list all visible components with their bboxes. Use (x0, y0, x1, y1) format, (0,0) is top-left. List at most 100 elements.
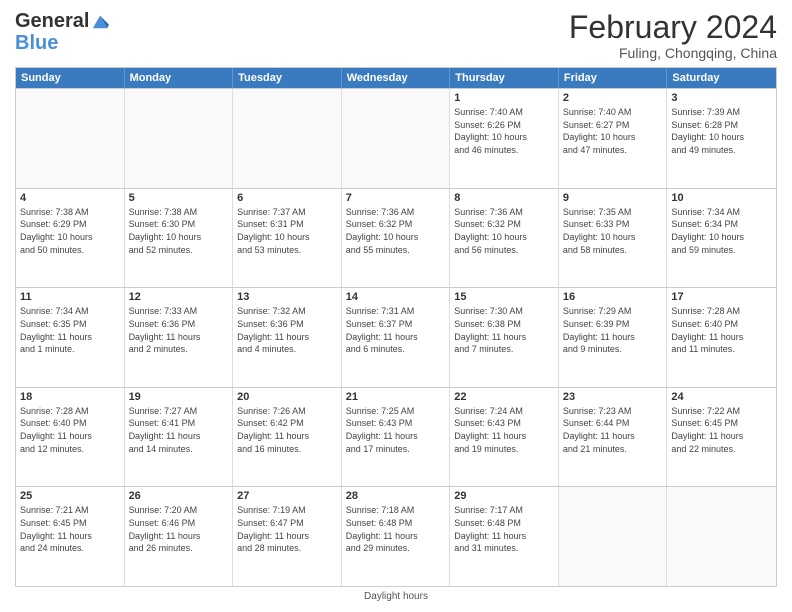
day-number: 7 (346, 192, 446, 204)
day-number: 17 (671, 291, 772, 303)
calendar-week-row: 18 Sunrise: 7:28 AM Sunset: 6:40 PM Dayli… (16, 387, 776, 487)
calendar-cell (559, 487, 668, 586)
calendar-cell: 27 Sunrise: 7:19 AM Sunset: 6:47 PM Dayli… (233, 487, 342, 586)
calendar-header-cell: Tuesday (233, 68, 342, 88)
day-number: 8 (454, 192, 554, 204)
calendar-cell (342, 89, 451, 188)
day-info: Sunrise: 7:24 AM Sunset: 6:43 PM Dayligh… (454, 405, 554, 455)
day-number: 1 (454, 92, 554, 104)
calendar-header-cell: Monday (125, 68, 234, 88)
day-info: Sunrise: 7:38 AM Sunset: 6:29 PM Dayligh… (20, 206, 120, 256)
day-number: 25 (20, 490, 120, 502)
calendar-header-cell: Wednesday (342, 68, 451, 88)
day-info: Sunrise: 7:21 AM Sunset: 6:45 PM Dayligh… (20, 504, 120, 554)
calendar-cell: 7Sunrise: 7:36 AM Sunset: 6:32 PM Daylig… (342, 189, 451, 288)
calendar-cell: 2 Sunrise: 7:40 AM Sunset: 6:27 PM Daylig… (559, 89, 668, 188)
day-info: Sunrise: 7:22 AM Sunset: 6:45 PM Dayligh… (671, 405, 772, 455)
footer-note: Daylight hours (15, 587, 777, 602)
day-number: 14 (346, 291, 446, 303)
day-number: 2 (563, 92, 663, 104)
calendar-cell: 3 Sunrise: 7:39 AM Sunset: 6:28 PM Daylig… (667, 89, 776, 188)
calendar-body: 1 Sunrise: 7:40 AM Sunset: 6:26 PM Daylig… (16, 88, 776, 586)
calendar-cell: 10 Sunrise: 7:34 AM Sunset: 6:34 PM Dayli… (667, 189, 776, 288)
logo-text-blue: Blue (15, 32, 58, 54)
calendar-cell (125, 89, 234, 188)
calendar-cell: 19Sunrise: 7:27 AM Sunset: 6:41 PM Dayli… (125, 388, 234, 487)
calendar-cell: 11Sunrise: 7:34 AM Sunset: 6:35 PM Dayli… (16, 288, 125, 387)
day-info: Sunrise: 7:34 AM Sunset: 6:34 PM Dayligh… (671, 206, 772, 256)
day-number: 6 (237, 192, 337, 204)
calendar-cell: 4 Sunrise: 7:38 AM Sunset: 6:29 PM Daylig… (16, 189, 125, 288)
calendar-cell: 5 Sunrise: 7:38 AM Sunset: 6:30 PM Daylig… (125, 189, 234, 288)
calendar-cell: 25 Sunrise: 7:21 AM Sunset: 6:45 PM Dayli… (16, 487, 125, 586)
day-number: 18 (20, 391, 120, 403)
day-number: 27 (237, 490, 337, 502)
day-info: Sunrise: 7:32 AM Sunset: 6:36 PM Dayligh… (237, 305, 337, 355)
day-number: 23 (563, 391, 663, 403)
calendar-header-cell: Saturday (667, 68, 776, 88)
day-info: Sunrise: 7:33 AM Sunset: 6:36 PM Dayligh… (129, 305, 229, 355)
calendar-cell: 17Sunrise: 7:28 AM Sunset: 6:40 PM Dayli… (667, 288, 776, 387)
calendar-week-row: 25 Sunrise: 7:21 AM Sunset: 6:45 PM Dayli… (16, 486, 776, 586)
day-number: 21 (346, 391, 446, 403)
day-info: Sunrise: 7:35 AM Sunset: 6:33 PM Dayligh… (563, 206, 663, 256)
calendar-cell: 8 Sunrise: 7:36 AM Sunset: 6:32 PM Daylig… (450, 189, 559, 288)
calendar-cell: 6Sunrise: 7:37 AM Sunset: 6:31 PM Daylig… (233, 189, 342, 288)
day-number: 10 (671, 192, 772, 204)
footer-text: Daylight hours (364, 591, 428, 602)
calendar-cell: 18 Sunrise: 7:28 AM Sunset: 6:40 PM Dayli… (16, 388, 125, 487)
calendar-cell: 28 Sunrise: 7:18 AM Sunset: 6:48 PM Dayli… (342, 487, 451, 586)
calendar-cell: 24Sunrise: 7:22 AM Sunset: 6:45 PM Dayli… (667, 388, 776, 487)
day-info: Sunrise: 7:29 AM Sunset: 6:39 PM Dayligh… (563, 305, 663, 355)
calendar-cell (233, 89, 342, 188)
calendar-week-row: 4 Sunrise: 7:38 AM Sunset: 6:29 PM Daylig… (16, 188, 776, 288)
calendar-week-row: 11Sunrise: 7:34 AM Sunset: 6:35 PM Dayli… (16, 287, 776, 387)
calendar-week-row: 1 Sunrise: 7:40 AM Sunset: 6:26 PM Daylig… (16, 88, 776, 188)
day-info: Sunrise: 7:34 AM Sunset: 6:35 PM Dayligh… (20, 305, 120, 355)
logo: General Blue (15, 10, 109, 54)
day-number: 12 (129, 291, 229, 303)
day-info: Sunrise: 7:23 AM Sunset: 6:44 PM Dayligh… (563, 405, 663, 455)
day-info: Sunrise: 7:18 AM Sunset: 6:48 PM Dayligh… (346, 504, 446, 554)
day-info: Sunrise: 7:19 AM Sunset: 6:47 PM Dayligh… (237, 504, 337, 554)
calendar-cell: 23 Sunrise: 7:23 AM Sunset: 6:44 PM Dayli… (559, 388, 668, 487)
day-info: Sunrise: 7:39 AM Sunset: 6:28 PM Dayligh… (671, 106, 772, 156)
day-info: Sunrise: 7:36 AM Sunset: 6:32 PM Dayligh… (454, 206, 554, 256)
day-number: 26 (129, 490, 229, 502)
day-number: 29 (454, 490, 554, 502)
calendar-cell: 1 Sunrise: 7:40 AM Sunset: 6:26 PM Daylig… (450, 89, 559, 188)
day-number: 28 (346, 490, 446, 502)
calendar-cell: 12 Sunrise: 7:33 AM Sunset: 6:36 PM Dayli… (125, 288, 234, 387)
title-block: February 2024 Fuling, Chongqing, China (569, 10, 777, 61)
main-title: February 2024 (569, 10, 777, 45)
day-info: Sunrise: 7:20 AM Sunset: 6:46 PM Dayligh… (129, 504, 229, 554)
day-info: Sunrise: 7:38 AM Sunset: 6:30 PM Dayligh… (129, 206, 229, 256)
day-info: Sunrise: 7:40 AM Sunset: 6:27 PM Dayligh… (563, 106, 663, 156)
calendar-header-cell: Thursday (450, 68, 559, 88)
day-info: Sunrise: 7:25 AM Sunset: 6:43 PM Dayligh… (346, 405, 446, 455)
calendar-header-cell: Friday (559, 68, 668, 88)
calendar-cell: 26 Sunrise: 7:20 AM Sunset: 6:46 PM Dayli… (125, 487, 234, 586)
calendar-cell: 14 Sunrise: 7:31 AM Sunset: 6:37 PM Dayli… (342, 288, 451, 387)
day-info: Sunrise: 7:26 AM Sunset: 6:42 PM Dayligh… (237, 405, 337, 455)
calendar-cell: 9Sunrise: 7:35 AM Sunset: 6:33 PM Daylig… (559, 189, 668, 288)
day-number: 5 (129, 192, 229, 204)
header: General Blue February 2024 Fuling, Chong… (15, 10, 777, 61)
logo-text-general: General (15, 10, 89, 32)
day-number: 4 (20, 192, 120, 204)
calendar-cell: 13 Sunrise: 7:32 AM Sunset: 6:36 PM Dayli… (233, 288, 342, 387)
calendar-cell (667, 487, 776, 586)
day-number: 3 (671, 92, 772, 104)
calendar-cell: 21 Sunrise: 7:25 AM Sunset: 6:43 PM Dayli… (342, 388, 451, 487)
day-number: 13 (237, 291, 337, 303)
day-info: Sunrise: 7:31 AM Sunset: 6:37 PM Dayligh… (346, 305, 446, 355)
calendar-cell (16, 89, 125, 188)
calendar-cell: 20 Sunrise: 7:26 AM Sunset: 6:42 PM Dayli… (233, 388, 342, 487)
calendar-cell: 29Sunrise: 7:17 AM Sunset: 6:48 PM Dayli… (450, 487, 559, 586)
day-number: 20 (237, 391, 337, 403)
day-info: Sunrise: 7:28 AM Sunset: 6:40 PM Dayligh… (20, 405, 120, 455)
calendar-cell: 22 Sunrise: 7:24 AM Sunset: 6:43 PM Dayli… (450, 388, 559, 487)
day-number: 22 (454, 391, 554, 403)
day-info: Sunrise: 7:40 AM Sunset: 6:26 PM Dayligh… (454, 106, 554, 156)
logo-icon (91, 12, 109, 30)
